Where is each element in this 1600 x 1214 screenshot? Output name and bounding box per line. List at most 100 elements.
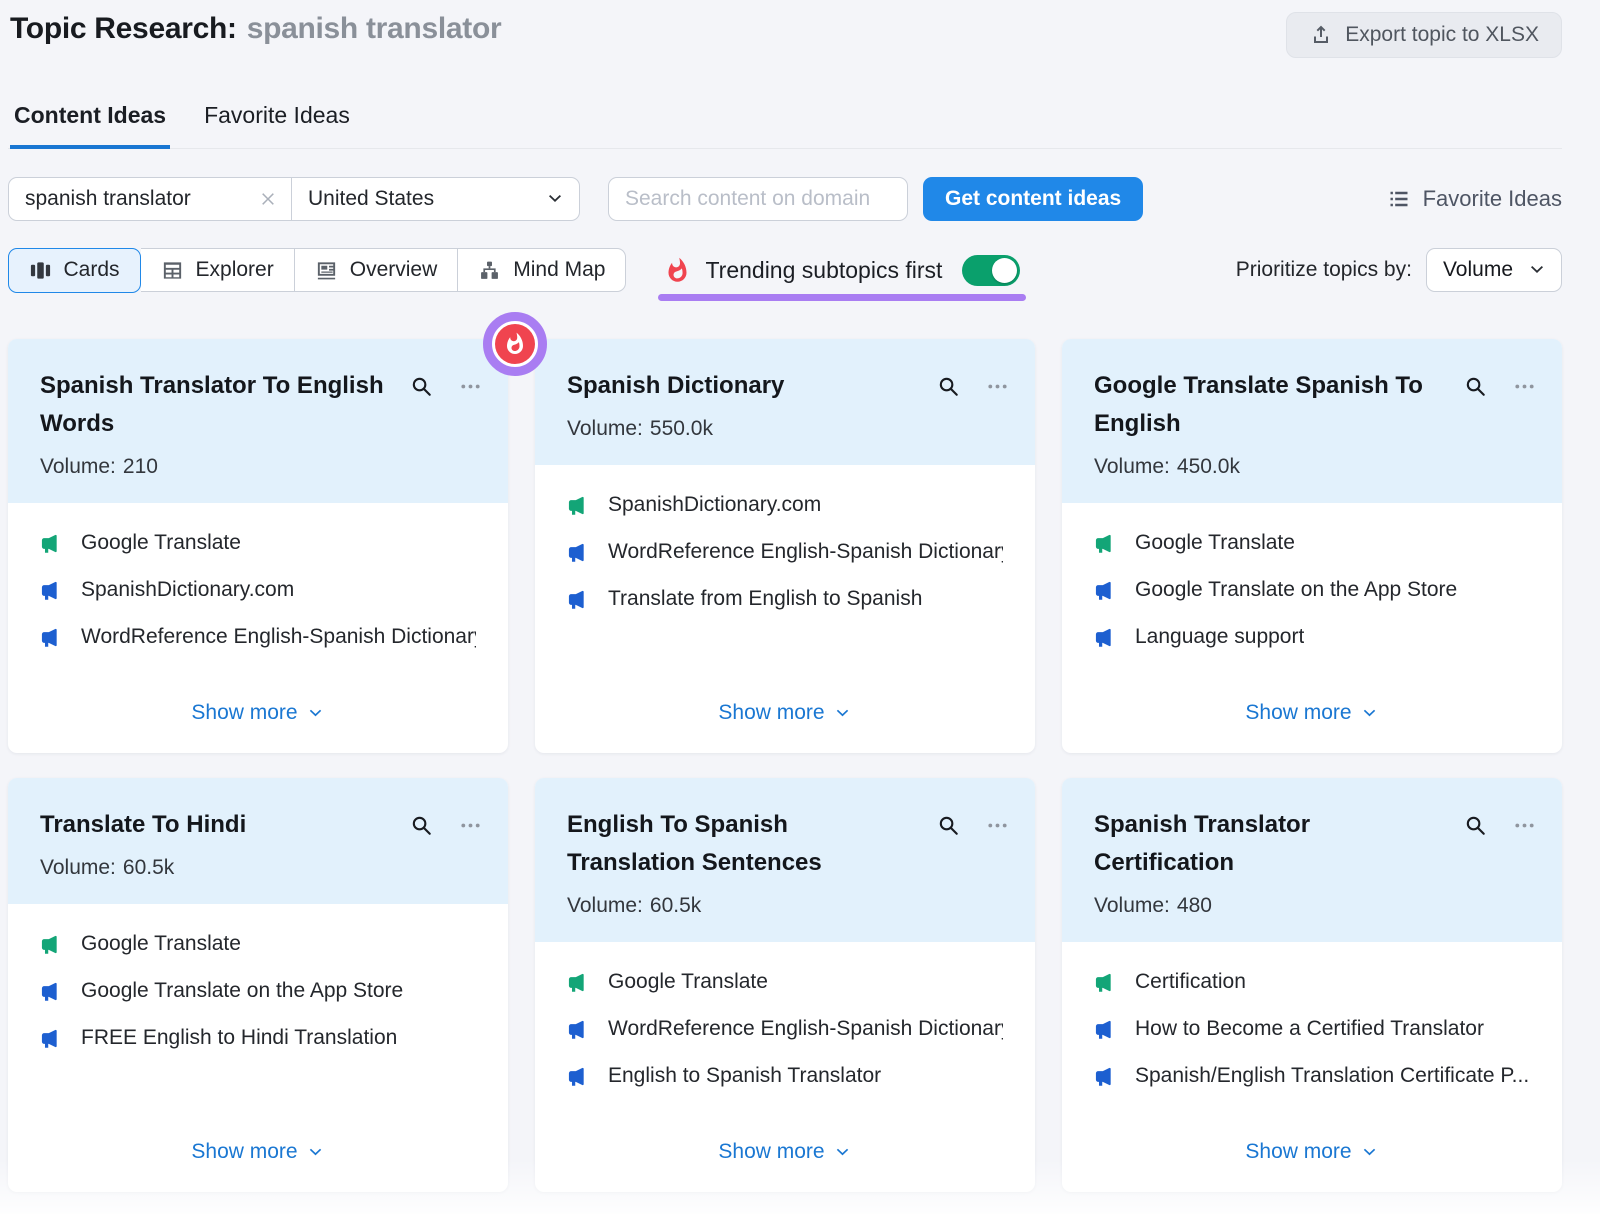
headline-item[interactable]: How to Become a Certified Translator — [1094, 1017, 1530, 1041]
megaphone-icon — [40, 626, 63, 649]
headline-item[interactable]: Language support — [1094, 625, 1530, 649]
headline-item[interactable]: SpanishDictionary.com — [40, 578, 476, 602]
search-icon[interactable] — [410, 814, 433, 837]
view-overview-button[interactable]: Overview — [295, 248, 459, 292]
show-more-link[interactable]: Show more — [718, 701, 851, 729]
show-more-link[interactable]: Show more — [1245, 701, 1378, 729]
tab-favorite-ideas[interactable]: Favorite Ideas — [200, 102, 354, 148]
flame-icon — [503, 332, 527, 356]
headline-item[interactable]: Google Translate — [40, 531, 476, 555]
view-mindmap-label: Mind Map — [513, 258, 605, 282]
prioritize-control: Prioritize topics by: Volume — [1236, 248, 1562, 292]
topic-card: Spanish Dictionary Volume:550.0k Spanish… — [535, 339, 1035, 753]
card-header: Spanish Translator Certification Volume:… — [1062, 778, 1562, 942]
view-overview-label: Overview — [350, 258, 438, 282]
megaphone-icon — [40, 1027, 63, 1050]
get-content-ideas-button[interactable]: Get content ideas — [923, 177, 1143, 221]
card-body: SpanishDictionary.com WordReference Engl… — [535, 465, 1035, 753]
topic-research-page: Topic Research:spanish translator Export… — [0, 0, 1600, 1214]
chevron-down-icon — [833, 1143, 852, 1162]
more-options-icon[interactable] — [1513, 814, 1536, 837]
search-icon[interactable] — [1464, 375, 1487, 398]
topic-cards-grid: Spanish Translator To English Words Volu… — [8, 339, 1562, 1192]
show-more-link[interactable]: Show more — [1245, 1140, 1378, 1168]
headline-item[interactable]: WordReference English-Spanish Dictionary — [567, 540, 1003, 564]
topic-card: Translate To Hindi Volume:60.5k Google T… — [8, 778, 508, 1192]
headline-item[interactable]: Google Translate on the App Store — [1094, 578, 1530, 602]
card-title[interactable]: English To Spanish Translation Sentences — [567, 806, 912, 882]
tab-content-ideas[interactable]: Content Ideas — [10, 102, 170, 149]
more-options-icon[interactable] — [459, 375, 482, 398]
domain-search-input[interactable] — [608, 177, 908, 221]
megaphone-icon — [567, 541, 590, 564]
prioritize-select[interactable]: Volume — [1426, 248, 1562, 292]
view-switcher: Cards Explorer Overview Mind Map — [8, 248, 626, 292]
search-icon[interactable] — [1464, 814, 1487, 837]
headline-item[interactable]: WordReference English-Spanish Dictionary — [567, 1017, 1003, 1041]
country-select-value: United States — [308, 187, 434, 211]
more-options-icon[interactable] — [459, 814, 482, 837]
clear-keyword-button[interactable] — [245, 178, 291, 220]
card-title[interactable]: Spanish Dictionary — [567, 367, 784, 405]
search-row: United States Get content ideas Favorite… — [8, 177, 1562, 221]
page-title: Topic Research:spanish translator — [8, 12, 501, 46]
chevron-down-icon — [545, 189, 565, 209]
favorite-ideas-link[interactable]: Favorite Ideas — [1387, 186, 1562, 212]
toggle-knob — [992, 258, 1017, 283]
card-title[interactable]: Google Translate Spanish To English — [1094, 367, 1439, 443]
more-options-icon[interactable] — [1513, 375, 1536, 398]
search-icon[interactable] — [410, 375, 433, 398]
megaphone-icon — [567, 971, 590, 994]
headline-item[interactable]: WordReference English-Spanish Dictionary — [40, 625, 476, 649]
card-actions — [1464, 367, 1536, 398]
view-cards-button[interactable]: Cards — [8, 248, 141, 293]
headline-item[interactable]: Google Translate — [1094, 531, 1530, 555]
card-actions — [937, 806, 1009, 837]
headline-item[interactable]: FREE English to Hindi Translation — [40, 1026, 476, 1050]
show-more-link[interactable]: Show more — [718, 1140, 851, 1168]
card-body: Google Translate WordReference English-S… — [535, 942, 1035, 1192]
card-volume: Volume:480 — [1094, 894, 1536, 918]
show-more-link[interactable]: Show more — [191, 701, 324, 729]
topic-card: English To Spanish Translation Sentences… — [535, 778, 1035, 1192]
search-icon[interactable] — [937, 375, 960, 398]
view-mindmap-button[interactable]: Mind Map — [458, 248, 626, 292]
headline-item[interactable]: Google Translate on the App Store — [40, 979, 476, 1003]
list-icon — [1387, 187, 1411, 211]
view-explorer-label: Explorer — [196, 258, 274, 282]
view-cards-label: Cards — [64, 258, 120, 282]
trending-subtopics-control: Trending subtopics first — [658, 255, 1026, 286]
card-volume: Volume:60.5k — [40, 856, 482, 880]
view-explorer-button[interactable]: Explorer — [141, 248, 295, 292]
headline-item[interactable]: Google Translate — [567, 970, 1003, 994]
trending-subtopics-label: Trending subtopics first — [705, 257, 942, 284]
headline-item[interactable]: Translate from English to Spanish — [567, 587, 1003, 611]
topic-card: Google Translate Spanish To English Volu… — [1062, 339, 1562, 753]
search-icon[interactable] — [937, 814, 960, 837]
more-options-icon[interactable] — [986, 814, 1009, 837]
export-topic-button[interactable]: Export topic to XLSX — [1286, 12, 1562, 58]
megaphone-icon — [1094, 579, 1117, 602]
headline-item[interactable]: Certification — [1094, 970, 1530, 994]
keyword-input[interactable] — [9, 178, 245, 220]
card-title[interactable]: Spanish Translator To English Words — [40, 367, 385, 443]
more-options-icon[interactable] — [986, 375, 1009, 398]
card-title[interactable]: Spanish Translator Certification — [1094, 806, 1439, 882]
card-title[interactable]: Translate To Hindi — [40, 806, 246, 844]
megaphone-icon — [40, 579, 63, 602]
card-header: English To Spanish Translation Sentences… — [535, 778, 1035, 942]
country-select[interactable]: United States — [291, 178, 579, 220]
close-icon — [259, 190, 277, 208]
show-more-link[interactable]: Show more — [191, 1140, 324, 1168]
trending-subtopics-toggle[interactable] — [962, 255, 1020, 286]
headline-item[interactable]: English to Spanish Translator — [567, 1064, 1003, 1088]
flame-icon — [664, 257, 691, 284]
chevron-down-icon — [1360, 704, 1379, 723]
card-volume: Volume:450.0k — [1094, 455, 1536, 479]
page-title-prefix: Topic Research: — [10, 12, 237, 45]
megaphone-icon — [1094, 971, 1117, 994]
tabs: Content Ideas Favorite Ideas — [8, 102, 1562, 149]
headline-item[interactable]: Google Translate — [40, 932, 476, 956]
headline-item[interactable]: SpanishDictionary.com — [567, 493, 1003, 517]
headline-item[interactable]: Spanish/English Translation Certificate … — [1094, 1064, 1530, 1088]
